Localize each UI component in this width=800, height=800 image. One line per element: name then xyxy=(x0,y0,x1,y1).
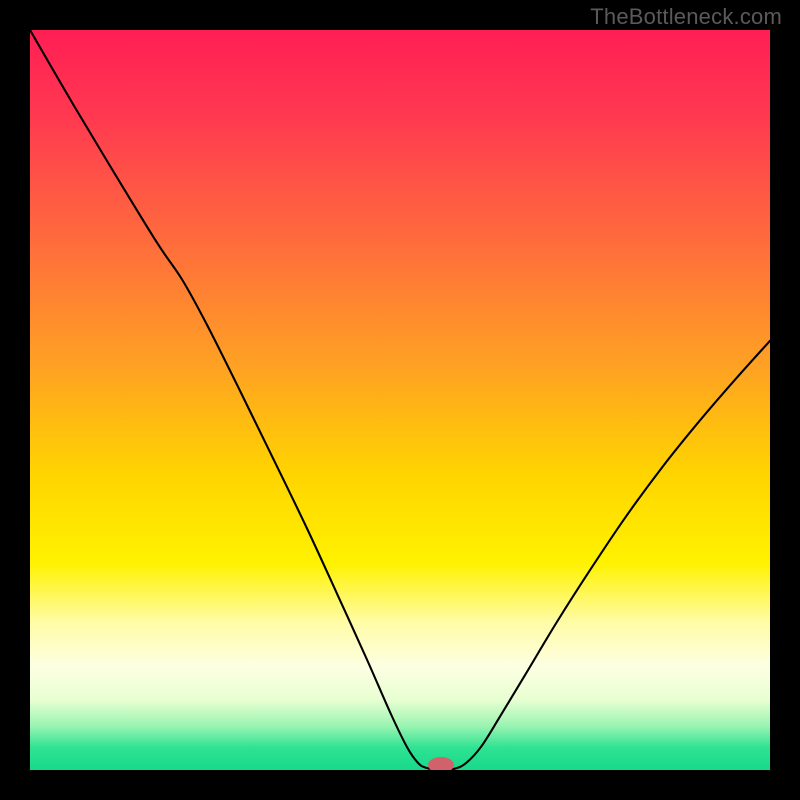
optimal-point-marker xyxy=(428,757,454,770)
plot-area xyxy=(30,30,770,770)
watermark-text: TheBottleneck.com xyxy=(590,4,782,30)
chart-stage: TheBottleneck.com xyxy=(0,0,800,800)
bottleneck-curve xyxy=(30,30,770,770)
